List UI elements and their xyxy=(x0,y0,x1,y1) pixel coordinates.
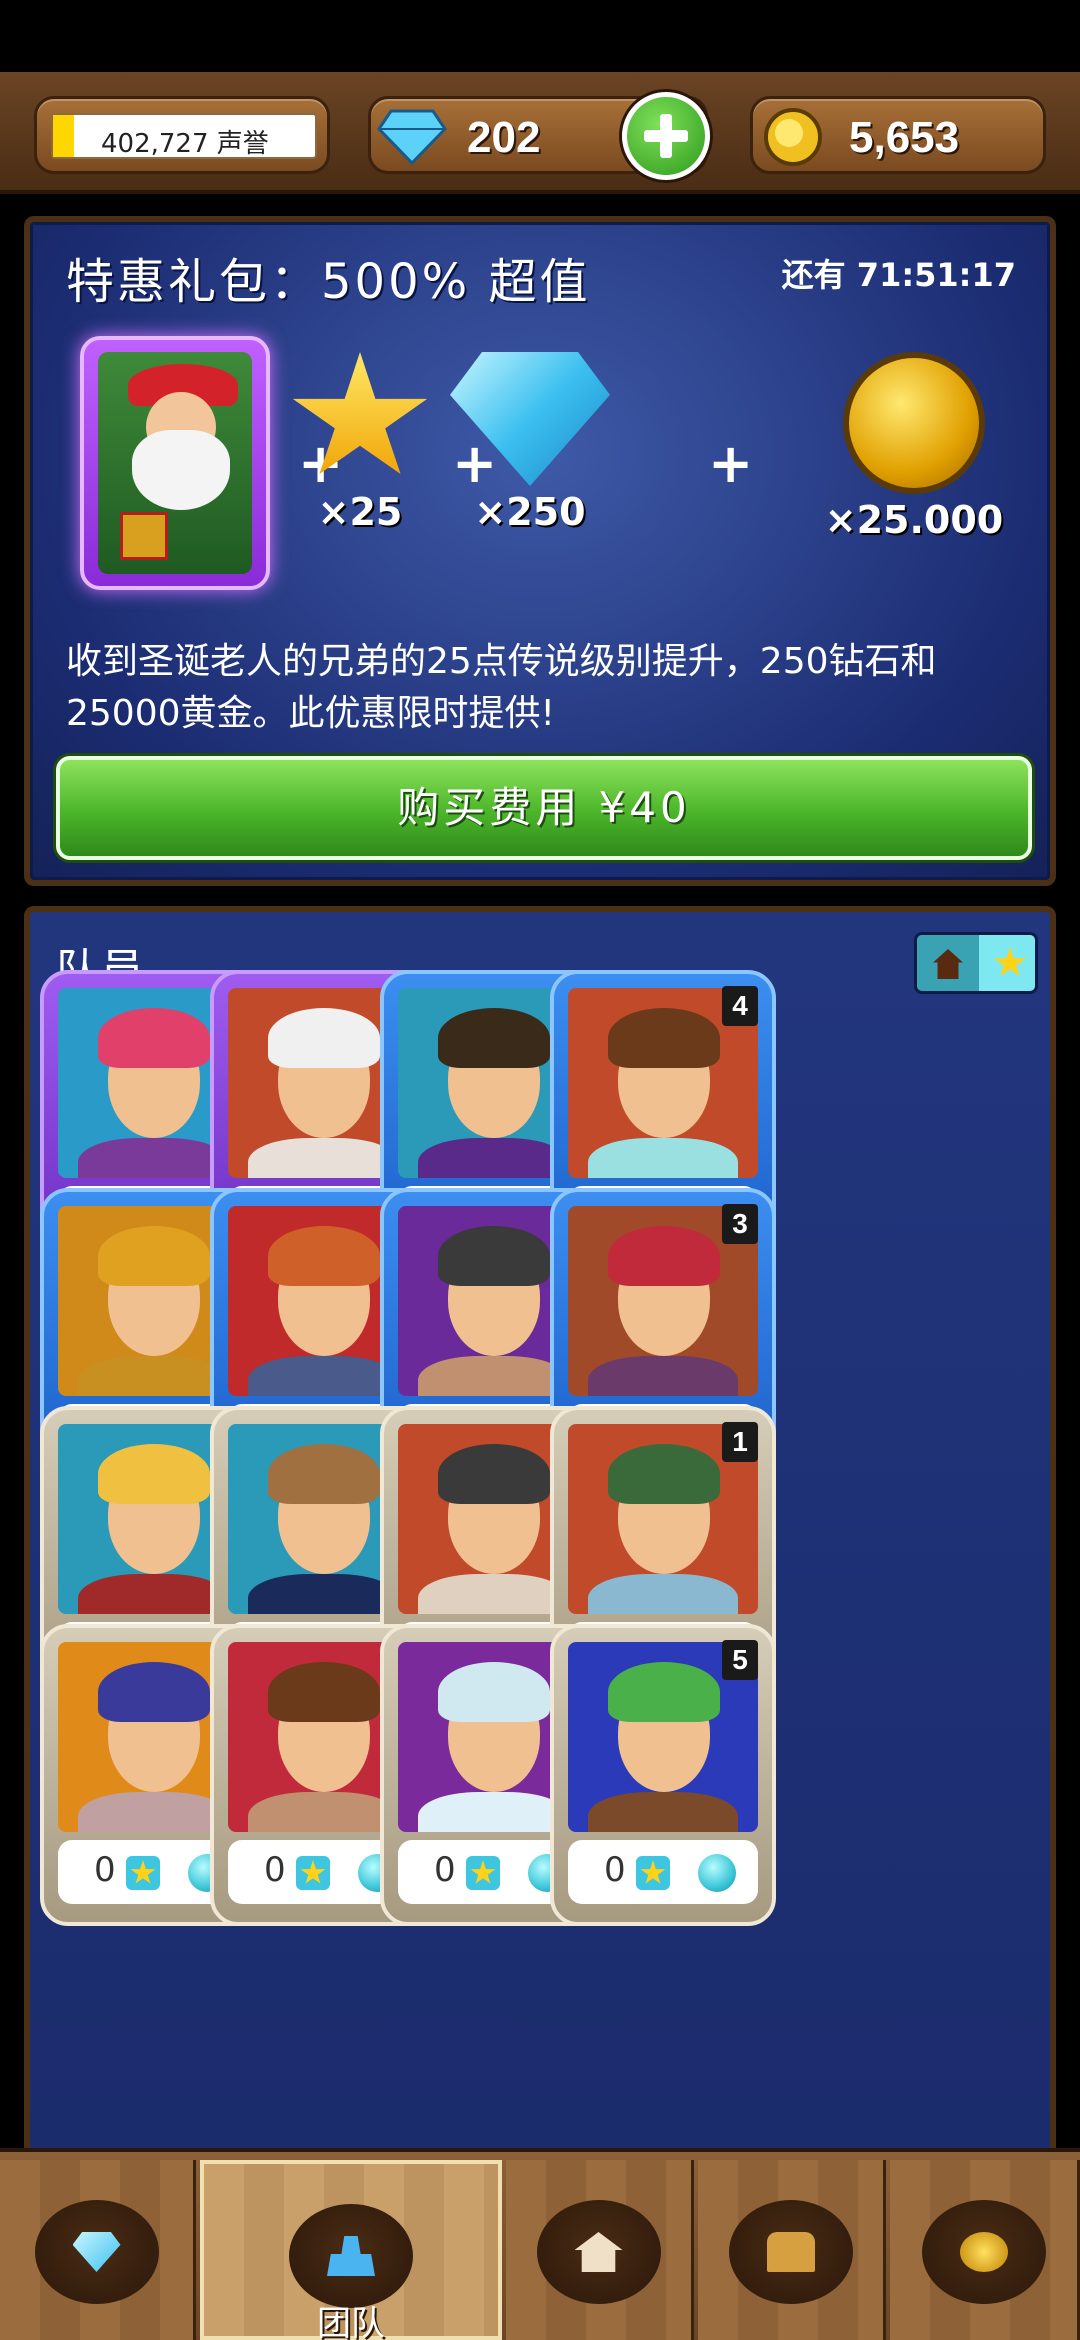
hero-star-count: 0 xyxy=(264,1850,286,1890)
gems-count: 202 xyxy=(467,113,541,162)
hero-level: 1 xyxy=(722,1422,758,1462)
star-badge-icon xyxy=(466,1856,500,1890)
plus-sign: + xyxy=(708,432,754,495)
hero-card[interactable]: 50 xyxy=(550,1624,776,1926)
medal-icon xyxy=(959,2232,1008,2272)
gold-panel[interactable]: 5,653 xyxy=(750,96,1046,174)
hero-level: 3 xyxy=(722,1204,758,1244)
hero-star-count: 0 xyxy=(604,1850,626,1890)
gift-icon xyxy=(120,512,168,560)
star-badge-icon xyxy=(126,1856,160,1890)
nav-tab-team[interactable]: 团队 xyxy=(200,2160,502,2340)
hero-stats: 0 xyxy=(568,1840,758,1904)
gold-coin-icon xyxy=(843,352,985,494)
bottom-nav: 团队 xyxy=(0,2148,1080,2340)
special-offer-panel: 特惠礼包：500% 超值 还有 71:51:17 + ×25 + ×250 + … xyxy=(24,216,1056,886)
reward-gold: ×25.000 xyxy=(796,352,1032,542)
team-roster-panel: 队员 20201040403010307010401040209050 xyxy=(24,906,1056,2340)
hero-level: 5 xyxy=(722,1640,758,1680)
gold-count: 5,653 xyxy=(849,113,960,162)
tab-label: 团队 xyxy=(317,2304,385,2340)
status-orb-icon xyxy=(698,1854,736,1892)
diamond-icon xyxy=(450,352,610,486)
hero-star-count: 0 xyxy=(94,1850,116,1890)
nav-tab-medal[interactable] xyxy=(890,2160,1080,2340)
reward-gold-qty: ×25.000 xyxy=(824,498,1004,542)
reputation-fill xyxy=(53,115,74,157)
gold-coin-icon xyxy=(764,108,822,166)
offer-title: 特惠礼包：500% 超值 xyxy=(66,254,591,310)
hero-star-count: 0 xyxy=(434,1850,456,1890)
reward-diamonds-qty: ×250 xyxy=(474,490,586,534)
star-badge-icon xyxy=(296,1856,330,1890)
hero-grid: 20201040403010307010401040209050 xyxy=(30,912,1050,2334)
offer-timer: 还有 71:51:17 xyxy=(781,256,1016,294)
diamond-icon xyxy=(377,109,447,166)
offer-description: 收到圣诞老人的兄弟的25点传说级别提升，250钻石和25000黄金。此优惠限时提… xyxy=(66,641,937,734)
reputation-panel[interactable]: 402,727 声誉 xyxy=(34,96,330,174)
add-gems-button[interactable] xyxy=(622,92,710,180)
currency-bar: 402,727 声誉 202 5,653 xyxy=(0,72,1080,194)
reputation-value: 402,727 声誉 xyxy=(101,129,269,159)
hero-level: 4 xyxy=(722,986,758,1026)
chest-icon xyxy=(766,2232,815,2272)
nav-tab-diamond[interactable] xyxy=(0,2160,196,2340)
star-badge-icon xyxy=(636,1856,670,1890)
nav-tab-house[interactable] xyxy=(506,2160,694,2340)
nav-tab-chest[interactable] xyxy=(698,2160,886,2340)
buy-offer-button[interactable]: 购买费用 ¥40 xyxy=(56,756,1032,860)
reward-diamonds: ×250 xyxy=(390,352,670,534)
reputation-bar: 402,727 声誉 xyxy=(51,113,317,159)
